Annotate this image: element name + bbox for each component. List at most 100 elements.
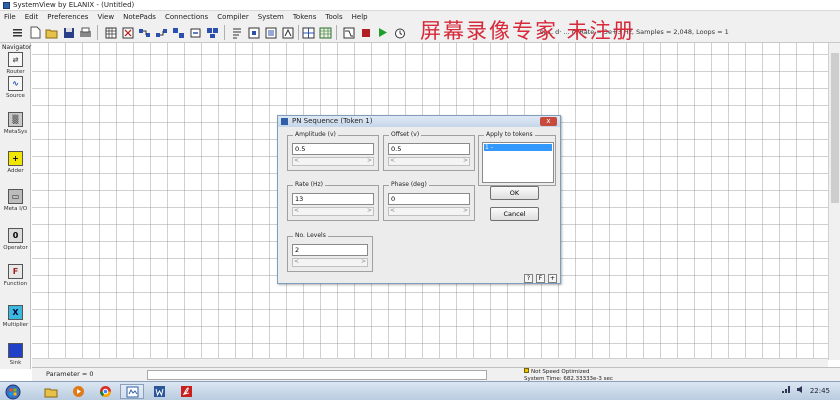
pn-sequence-dialog: PN Sequence (Token 1) x Amplitude (v) 0.…	[277, 115, 561, 284]
levels-scroll-right-icon[interactable]: >	[361, 258, 366, 265]
timer-icon[interactable]	[392, 25, 407, 40]
cancel-button[interactable]: Cancel	[490, 207, 539, 221]
offset-field[interactable]: 0.5	[388, 143, 470, 155]
adder-icon: +	[8, 151, 23, 166]
function-button[interactable]: F	[536, 274, 545, 283]
vertical-scroll-thumb[interactable]	[831, 53, 839, 203]
navigator-meta-io-label: Meta I/O	[3, 206, 28, 212]
run-simulation-icon[interactable]	[375, 25, 390, 40]
menu-view[interactable]: View	[97, 13, 114, 21]
status-bar: Parameter = 0 Not Speed Optimized System…	[32, 367, 840, 382]
navigator-function-label: Function	[3, 281, 28, 287]
spreadsheet-icon[interactable]	[318, 25, 333, 40]
phase-scroll-right-icon[interactable]: >	[463, 207, 468, 214]
tray-volume-icon[interactable]	[796, 385, 805, 396]
notepad-icon[interactable]	[229, 25, 244, 40]
rate-field[interactable]: 13	[292, 193, 374, 205]
amplitude-scroll-left-icon[interactable]: <	[294, 157, 299, 164]
new-file-icon[interactable]	[27, 25, 42, 40]
stop-icon[interactable]	[358, 25, 373, 40]
rate-scroll-right-icon[interactable]: >	[367, 207, 372, 214]
rate-scrollbar[interactable]: < >	[292, 207, 374, 216]
menu-file[interactable]: File	[4, 13, 16, 21]
open-folder-icon[interactable]	[44, 25, 59, 40]
tray-network-icon[interactable]	[781, 385, 791, 396]
bode-plot-icon[interactable]	[341, 25, 356, 40]
apply-to-tokens-group: Apply to tokens 1 -	[478, 131, 556, 186]
vertical-scrollbar[interactable]	[828, 43, 840, 360]
apply-to-tokens-label: Apply to tokens	[484, 131, 535, 138]
menu-connections[interactable]: Connections	[165, 13, 208, 21]
navigator-operator[interactable]: 0 Operator	[1, 228, 30, 264]
navigator-adder[interactable]: + Adder	[1, 151, 30, 187]
save-icon[interactable]	[61, 25, 76, 40]
menu-toggle-icon[interactable]	[10, 25, 25, 40]
taskbar-systemview-icon[interactable]	[120, 384, 144, 399]
navigator-operator-label: Operator	[3, 245, 28, 251]
navigator-source-label: Source	[6, 93, 25, 99]
horizontal-scrollbar[interactable]	[32, 358, 828, 367]
taskbar-pdf-icon[interactable]	[174, 384, 198, 399]
navigator-source[interactable]: ∿ Source	[1, 76, 30, 112]
amplitude-scroll-right-icon[interactable]: >	[367, 157, 372, 164]
taskbar-chrome-icon[interactable]	[93, 384, 117, 399]
amplitude-scrollbar[interactable]: < >	[292, 157, 374, 166]
amplitude-label: Amplitude (v)	[293, 131, 338, 138]
navigator-adder-label: Adder	[7, 168, 24, 174]
taskbar-clock[interactable]: 22:45	[810, 387, 830, 395]
apply-to-tokens-list[interactable]: 1 -	[482, 142, 554, 183]
phase-field[interactable]: 0	[388, 193, 470, 205]
duplicate-tokens-icon[interactable]	[171, 25, 186, 40]
levels-scrollbar[interactable]: < >	[292, 258, 368, 267]
navigator-sink[interactable]: ■ Sink	[1, 343, 30, 379]
dialog-title-bar[interactable]: PN Sequence (Token 1) x	[278, 116, 560, 127]
phase-scroll-left-icon[interactable]: <	[390, 207, 395, 214]
menu-preferences[interactable]: Preferences	[47, 13, 88, 21]
taskbar-explorer-icon[interactable]	[39, 384, 63, 399]
grid-table-icon[interactable]	[103, 25, 118, 40]
rate-scroll-left-icon[interactable]: <	[294, 207, 299, 214]
list-item[interactable]: 1 -	[484, 144, 552, 151]
navigator-metasys[interactable]: ▒ MetaSys	[1, 112, 30, 148]
taskbar-media-player-icon[interactable]	[66, 384, 90, 399]
group-tokens-icon[interactable]	[205, 25, 220, 40]
offset-scroll-left-icon[interactable]: <	[390, 157, 395, 164]
menu-compiler[interactable]: Compiler	[217, 13, 249, 21]
levels-label: No. Levels	[293, 232, 328, 239]
metasys-icon: ▒	[8, 112, 23, 127]
zoom-fit-icon[interactable]	[301, 25, 316, 40]
expand-button[interactable]: +	[548, 274, 557, 283]
close-icon[interactable]: x	[540, 117, 557, 126]
menu-edit[interactable]: Edit	[25, 13, 39, 21]
connect-tokens-icon[interactable]	[137, 25, 152, 40]
delete-token-icon[interactable]	[120, 25, 135, 40]
taskbar-word-icon[interactable]	[147, 384, 171, 399]
router-icon: ⇄	[8, 52, 23, 67]
menu-notepads[interactable]: NotePads	[123, 13, 156, 21]
offset-scroll-right-icon[interactable]: >	[463, 157, 468, 164]
ok-button[interactable]: OK	[490, 186, 539, 200]
levels-field[interactable]: 2	[292, 244, 368, 256]
status-message-field	[147, 370, 487, 380]
meta-system-icon[interactable]	[263, 25, 278, 40]
menu-tools[interactable]: Tools	[325, 13, 342, 21]
app-icon	[3, 2, 10, 9]
help-button[interactable]: ?	[524, 274, 533, 283]
start-button-icon[interactable]	[4, 383, 22, 400]
menu-system[interactable]: System	[258, 13, 284, 21]
print-icon[interactable]	[78, 25, 93, 40]
amplitude-field[interactable]: 0.5	[292, 143, 374, 155]
navigator-multiplier[interactable]: X Multiplier	[1, 305, 30, 341]
levels-scroll-left-icon[interactable]: <	[294, 258, 299, 265]
root-locus-icon[interactable]	[280, 25, 295, 40]
system-tray: 22:45	[781, 385, 830, 396]
navigator-function[interactable]: F Function	[1, 264, 30, 300]
phase-scrollbar[interactable]: < >	[388, 207, 470, 216]
reverse-token-icon[interactable]	[188, 25, 203, 40]
navigator-meta-io[interactable]: ▭ Meta I/O	[1, 189, 30, 225]
menu-help[interactable]: Help	[352, 13, 368, 21]
menu-tokens[interactable]: Tokens	[293, 13, 317, 21]
disconnect-tokens-icon[interactable]	[154, 25, 169, 40]
offset-scrollbar[interactable]: < >	[388, 157, 470, 166]
compile-icon[interactable]	[246, 25, 261, 40]
